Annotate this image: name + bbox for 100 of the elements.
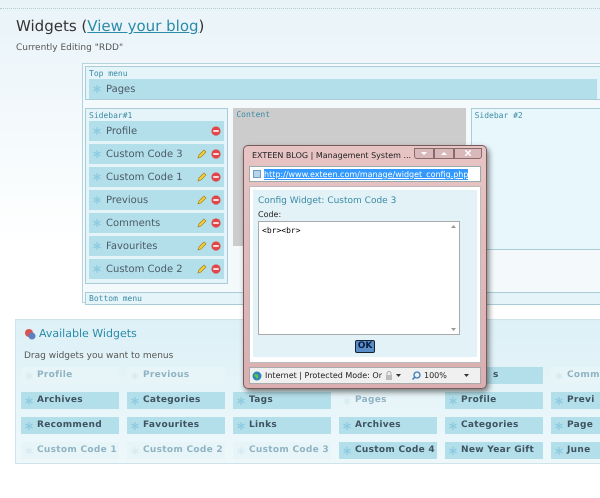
widget-item[interactable]: Pages: [89, 79, 597, 99]
panel-label: Content: [236, 110, 270, 120]
widget-label: Profile: [106, 124, 138, 138]
minimize-button[interactable]: [414, 148, 434, 158]
widgets-icon: [24, 328, 36, 340]
widget-label: Previous: [143, 368, 190, 382]
widget-item[interactable]: Previ: [551, 392, 600, 409]
pencil-icon[interactable]: [197, 195, 208, 205]
ok-button[interactable]: OK: [354, 340, 376, 352]
widget-label: Tags: [249, 394, 274, 407]
widget-item[interactable]: Comments: [89, 213, 224, 233]
zoom-level[interactable]: 100%: [424, 370, 447, 382]
widget-item[interactable]: Custom Code 1: [89, 167, 224, 187]
pencil-icon[interactable]: [197, 218, 208, 228]
status-text: Internet | Protected Mode: Or: [265, 370, 382, 382]
view-blog-link[interactable]: View your blog: [87, 15, 199, 38]
asterisk-icon: [342, 420, 352, 430]
widget-label: s: [493, 368, 499, 382]
widget-label: Custom Code 1: [37, 444, 117, 457]
asterisk-icon: [130, 396, 140, 406]
dialog-heading: Config Widget: Custom Code 3: [258, 195, 396, 208]
widget-item[interactable]: Profile: [89, 121, 224, 141]
remove-icon[interactable]: [211, 218, 222, 228]
widget-label: Archives: [355, 418, 401, 432]
page-title: Widgets (: [16, 16, 88, 37]
widget-item[interactable]: June: [551, 442, 600, 459]
panel-label: Bottom menu: [89, 293, 142, 304]
widget-label: Favourites: [106, 240, 158, 254]
widget-item[interactable]: Categories: [127, 392, 225, 409]
asterisk-icon: [236, 396, 246, 406]
remove-icon[interactable]: [211, 149, 222, 159]
maximize-button[interactable]: [434, 148, 454, 158]
asterisk-icon: [554, 396, 564, 406]
widget-item[interactable]: Archives: [339, 417, 437, 434]
widget-item[interactable]: Tags: [233, 392, 331, 409]
widget-item[interactable]: Favourites: [89, 236, 224, 256]
asterisk-icon: [236, 420, 246, 430]
widget-label: Custom Code 2: [106, 262, 183, 276]
asterisk-icon: [92, 195, 102, 205]
asterisk-icon: [24, 396, 34, 406]
asterisk-icon: [342, 396, 352, 406]
widget-label: Custom Code 3: [249, 444, 329, 457]
code-text: <br><br>: [262, 224, 301, 236]
close-icon: [465, 150, 472, 156]
widget-item[interactable]: Page: [551, 417, 600, 434]
dropdown-icon: [396, 374, 401, 377]
widget-label: June: [567, 444, 590, 457]
widget-label: Custom Code 4: [355, 444, 435, 457]
pencil-icon[interactable]: [197, 172, 208, 182]
widget-label: Page: [567, 418, 594, 432]
widget-item[interactable]: Archives: [21, 392, 119, 409]
remove-icon[interactable]: [211, 126, 222, 136]
remove-icon[interactable]: [211, 264, 222, 274]
widget-label: Comments: [106, 216, 160, 230]
asterisk-icon: [448, 446, 458, 456]
asterisk-icon: [92, 149, 102, 159]
widget-item[interactable]: Custom Code 2: [89, 259, 224, 279]
widget-item[interactable]: Custom Code 3: [89, 144, 224, 164]
widget-item[interactable]: Favourites: [127, 417, 225, 434]
asterisk-icon: [448, 396, 458, 406]
remove-icon[interactable]: [211, 172, 222, 182]
widget-item[interactable]: Recommend: [21, 417, 119, 434]
minimize-icon: [421, 152, 428, 154]
widget-label: Categories: [143, 394, 201, 407]
address-bar[interactable]: http://www.exteen.com/manage/widget_config.php: [249, 166, 481, 182]
scroll-up-icon: [451, 224, 456, 228]
editing-label: Currently Editing "RDD": [15, 42, 124, 54]
widget-item[interactable]: Previous: [89, 190, 224, 210]
widget-label: Archives: [37, 394, 83, 407]
remove-icon[interactable]: [211, 241, 222, 251]
globe-icon: [252, 370, 262, 380]
close-button[interactable]: [454, 148, 482, 158]
code-textarea[interactable]: <br><br>: [258, 220, 460, 334]
widget-label: Custom Code 2: [143, 444, 223, 457]
widget-label: Comm: [567, 368, 600, 382]
asterisk-icon: [554, 420, 564, 430]
widget-label: Previ: [567, 394, 595, 407]
widget-item[interactable]: New Year Gift: [445, 442, 543, 459]
maximize-icon: [441, 152, 448, 154]
widget-item[interactable]: Profile: [445, 392, 543, 409]
widget-label: Categories: [461, 418, 519, 432]
widget-label: Profile: [461, 394, 497, 407]
widget-label: Links: [249, 418, 278, 432]
widget-label: Recommend: [37, 418, 102, 432]
widget-item[interactable]: Links: [233, 417, 331, 434]
pencil-icon[interactable]: [197, 264, 208, 274]
asterisk-icon: [24, 420, 34, 430]
widget-item[interactable]: Custom Code 4: [339, 442, 437, 459]
window-title: EXTEEN BLOG | Management System ...: [252, 150, 412, 162]
widget-label: Pages: [106, 82, 136, 96]
pencil-icon[interactable]: [197, 149, 208, 159]
widget-label: Profile: [37, 368, 73, 382]
pencil-icon[interactable]: [197, 241, 208, 251]
asterisk-icon: [92, 218, 102, 228]
remove-icon[interactable]: [211, 195, 222, 205]
panel-label: Sidebar #2: [474, 111, 523, 121]
widget-item[interactable]: Categories: [445, 417, 543, 434]
page-icon: [253, 170, 261, 178]
widget-label: Pages: [355, 394, 387, 407]
panel-label: Sidebar#1: [89, 111, 134, 121]
